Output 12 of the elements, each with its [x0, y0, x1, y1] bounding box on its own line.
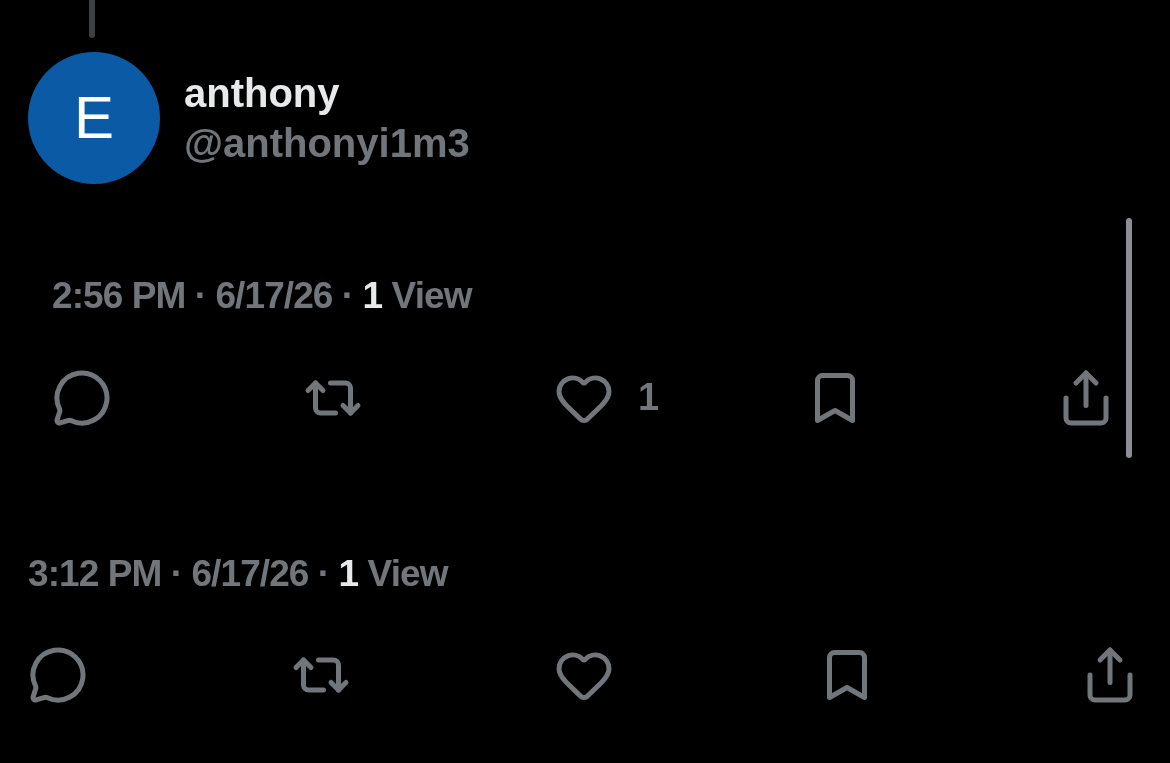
reply-icon [28, 645, 88, 705]
heart-button[interactable]: 1 [554, 367, 704, 428]
reply-icon [52, 367, 112, 428]
user-handle[interactable]: @anthonyi1m3 [184, 118, 470, 168]
avatar[interactable]: E [28, 52, 160, 184]
display-name[interactable]: anthony [184, 68, 470, 118]
view-count: 1 [338, 552, 359, 594]
view-label: View [391, 275, 472, 316]
view-count: 1 [362, 275, 383, 316]
view-label: View [367, 552, 448, 594]
timestamp: 3:12 PM · 6/17/26 · [28, 552, 330, 594]
timestamp: 2:56 PM · 6/17/26 · [52, 275, 354, 316]
